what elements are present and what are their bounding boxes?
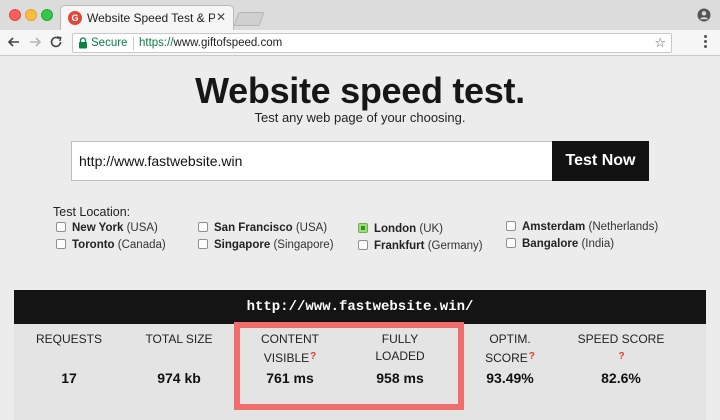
address-url: https://www.giftofspeed.com: [139, 37, 282, 49]
test-location-label: Test Location:: [53, 205, 131, 219]
location-city: Bangalore: [522, 238, 579, 250]
location-city: New York: [72, 222, 124, 234]
tab-title: Website Speed Test & Perform: [87, 11, 215, 25]
location-city: Toronto: [72, 239, 115, 251]
url-input[interactable]: [71, 141, 553, 181]
metric-label: OPTIM. SCORE?: [455, 331, 565, 365]
metric-label-line2: LOADED: [375, 349, 425, 363]
page-title: Website speed test.: [195, 70, 525, 111]
location-country: (USA): [295, 222, 328, 234]
metric-value: 17: [61, 370, 77, 386]
location-san-francisco[interactable]: San Francisco (USA): [198, 222, 327, 234]
minimize-window-button[interactable]: [25, 9, 37, 21]
maximize-window-button[interactable]: [41, 9, 53, 21]
metric-label: FULLY LOADED: [345, 331, 455, 365]
location-country: (UK): [419, 223, 443, 235]
metric-value: 761 ms: [266, 370, 314, 386]
location-singapore[interactable]: Singapore (Singapore): [198, 239, 334, 251]
metric-requests: REQUESTS 17: [14, 331, 124, 386]
metric-label-line1: TOTAL SIZE: [145, 332, 213, 346]
metric-speed-score: SPEED SCORE? 82.6%: [566, 331, 676, 386]
metric-value: 958 ms: [376, 370, 424, 386]
location-country: (Germany): [427, 240, 483, 252]
metric-label-line1: OPTIM.: [489, 332, 531, 346]
help-question-icon[interactable]: ?: [529, 351, 535, 362]
metric-label-line2: SCORE: [485, 351, 528, 365]
location-checkbox[interactable]: [506, 221, 516, 231]
location-country: (USA): [126, 222, 158, 234]
location-city: Frankfurt: [374, 240, 425, 252]
location-amsterdam[interactable]: Amsterdam (Netherlands): [506, 221, 658, 233]
bookmark-star-icon[interactable]: ☆: [654, 35, 666, 51]
location-city: Amsterdam: [522, 221, 586, 233]
location-checkbox[interactable]: [358, 240, 368, 250]
close-window-button[interactable]: [9, 9, 21, 21]
page-subtitle: Test any web page of your choosing.: [254, 110, 466, 125]
metric-label-line1: CONTENT: [261, 332, 319, 346]
location-london[interactable]: London (UK): [358, 223, 443, 235]
tested-url-bar: http://www.fastwebsite.win/: [14, 290, 706, 324]
metric-value: 93.49%: [486, 370, 534, 386]
site-favicon-icon: G: [68, 11, 82, 25]
metric-label-line1: FULLY: [381, 332, 419, 346]
location-city: Singapore: [214, 239, 271, 251]
location-checkbox[interactable]: [56, 222, 66, 232]
location-city: San Francisco: [214, 222, 293, 234]
location-checkbox-checked[interactable]: [358, 223, 368, 233]
location-toronto[interactable]: Toronto (Canada): [56, 239, 166, 251]
metric-label: TOTAL SIZE: [124, 331, 234, 365]
forward-arrow-icon[interactable]: [27, 34, 43, 50]
metric-label-line2: VISIBLE: [263, 351, 310, 365]
secure-label: Secure: [91, 37, 128, 49]
location-checkbox[interactable]: [198, 222, 208, 232]
location-checkbox[interactable]: [198, 239, 208, 249]
location-country: (India): [581, 238, 615, 250]
location-bangalore[interactable]: Bangalore (India): [506, 238, 614, 250]
new-tab-button[interactable]: [233, 12, 265, 26]
metric-label: CONTENT VISIBLE?: [235, 331, 345, 365]
browser-toolbar: Secure https://www.giftofspeed.com ☆: [0, 30, 720, 56]
address-bar[interactable]: Secure https://www.giftofspeed.com ☆: [72, 33, 672, 53]
window-titlebar: G Website Speed Test & Perform ✕: [0, 0, 720, 31]
tab-close-icon[interactable]: ✕: [216, 10, 226, 24]
address-separator: [133, 37, 134, 50]
location-new-york[interactable]: New York (USA): [56, 222, 158, 234]
browser-tab[interactable]: G Website Speed Test & Perform ✕: [60, 5, 234, 31]
metric-optim-score: OPTIM. SCORE? 93.49%: [455, 331, 565, 386]
location-frankfurt[interactable]: Frankfurt (Germany): [358, 240, 483, 252]
lock-icon: [79, 37, 87, 49]
location-city: London: [374, 223, 417, 235]
url-scheme: https://: [139, 37, 174, 49]
metric-value: 974 kb: [157, 370, 201, 386]
url-host: www.giftofspeed.com: [173, 37, 283, 49]
metric-total-size: TOTAL SIZE 974 kb: [124, 331, 234, 386]
location-country: (Singapore): [273, 239, 334, 251]
metric-fully-loaded: FULLY LOADED 958 ms: [345, 331, 455, 386]
location-checkbox[interactable]: [56, 239, 66, 249]
metric-label-line1: REQUESTS: [35, 332, 102, 346]
test-now-button[interactable]: Test Now: [552, 141, 649, 181]
metric-label: REQUESTS: [14, 331, 124, 365]
profile-icon[interactable]: [697, 8, 711, 22]
metric-value: 82.6%: [601, 370, 641, 386]
metric-label-line1: SPEED SCORE: [577, 332, 665, 346]
metric-content-visible: CONTENT VISIBLE? 761 ms: [235, 331, 345, 386]
browser-menu-icon[interactable]: [704, 35, 708, 50]
location-checkbox[interactable]: [506, 238, 516, 248]
reload-icon[interactable]: [48, 34, 64, 50]
back-arrow-icon[interactable]: [6, 34, 22, 50]
help-question-icon[interactable]: ?: [618, 351, 624, 362]
location-country: (Netherlands): [588, 221, 659, 233]
metric-label: SPEED SCORE?: [566, 331, 676, 365]
location-country: (Canada): [117, 239, 166, 251]
help-question-icon[interactable]: ?: [310, 351, 316, 362]
